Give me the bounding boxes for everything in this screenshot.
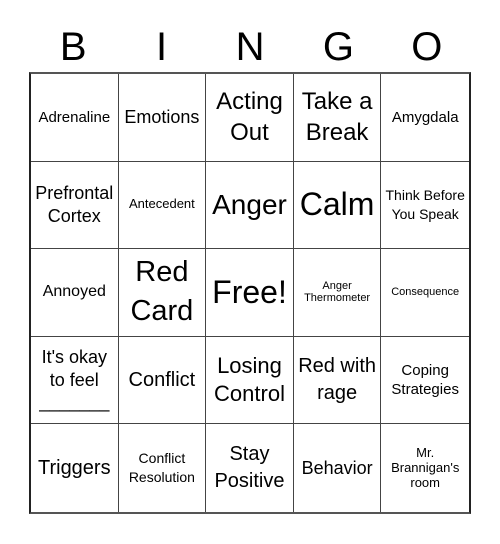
header-letter-b: B bbox=[59, 25, 87, 69]
bingo-cell[interactable]: Stay Positive bbox=[206, 424, 294, 512]
bingo-cell[interactable]: Calm bbox=[293, 161, 382, 250]
header-letter-i: I bbox=[156, 25, 168, 69]
bingo-cell[interactable]: Think Before You Speak bbox=[381, 162, 469, 250]
bingo-cell[interactable]: Amygdala bbox=[381, 74, 469, 162]
bingo-cell[interactable]: Annoyed bbox=[31, 249, 119, 337]
bingo-cell[interactable]: Prefrontal Cortex bbox=[31, 161, 119, 250]
bingo-cell[interactable]: Coping Strategies bbox=[381, 337, 469, 425]
bingo-cell[interactable]: Triggers bbox=[31, 424, 119, 512]
header-letter-n: N bbox=[235, 25, 265, 69]
bingo-cell[interactable]: Emotions bbox=[118, 74, 207, 162]
bingo-cell[interactable]: Adrenaline bbox=[31, 74, 119, 162]
bingo-cell[interactable]: Conflict bbox=[118, 336, 207, 425]
bingo-grid: Adrenaline Emotions Acting Out Take a Br… bbox=[29, 72, 471, 514]
bingo-cell[interactable]: Conflict Resolution bbox=[119, 424, 207, 512]
free-space[interactable]: Free! bbox=[206, 249, 294, 337]
bingo-cell[interactable]: Antecedent bbox=[118, 161, 207, 250]
header-letter-o: O bbox=[411, 25, 443, 69]
bingo-cell[interactable]: Take a Break bbox=[293, 74, 382, 162]
bingo-header: B I N G O bbox=[29, 22, 471, 72]
bingo-cell[interactable]: Anger bbox=[206, 161, 294, 250]
bingo-cell[interactable]: Anger Thermometer bbox=[293, 249, 382, 337]
header-letter-g: G bbox=[322, 25, 354, 69]
bingo-cell[interactable]: Losing Control bbox=[206, 336, 294, 425]
bingo-cell[interactable]: Behavior bbox=[294, 424, 382, 512]
bingo-cell[interactable]: Acting Out bbox=[206, 74, 294, 162]
bingo-cell[interactable]: Red Card bbox=[118, 249, 207, 337]
bingo-cell[interactable]: Red with rage bbox=[293, 336, 382, 425]
bingo-cell[interactable]: Consequence bbox=[381, 249, 469, 337]
bingo-cell[interactable]: Mr. Brannigan's room bbox=[381, 424, 469, 512]
bingo-cell[interactable]: It's okay to feel _______ bbox=[31, 336, 119, 425]
